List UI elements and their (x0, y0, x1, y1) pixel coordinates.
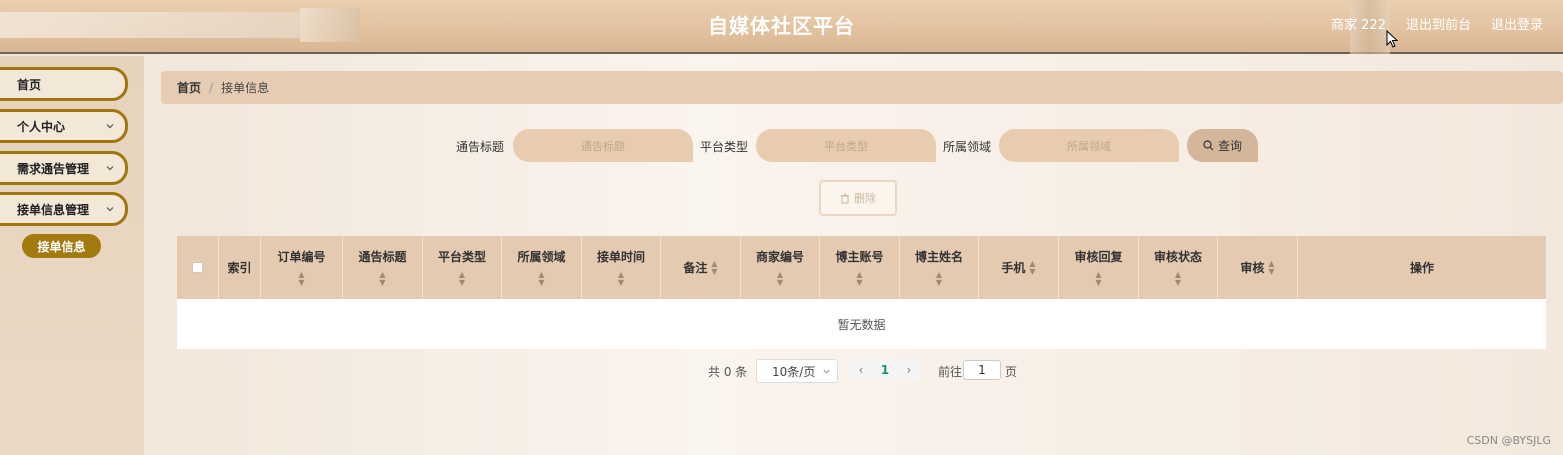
sort-icon[interactable]: ▲ ▼ (936, 271, 942, 287)
column-header[interactable]: 博主姓名 ▲ ▼ (900, 236, 979, 299)
platform-type-label: 平台类型 (700, 140, 749, 154)
sort-icon[interactable]: ▲ ▼ (711, 259, 717, 276)
column-header[interactable]: 所属领域 ▲ ▼ (502, 236, 582, 299)
chevron-down-icon (823, 369, 830, 374)
select-all-cell (177, 236, 219, 299)
back-to-frontend-link[interactable]: 退出到前台 (1406, 14, 1471, 33)
column-header-label: 索引 (227, 261, 252, 275)
query-button-label: 查询 (1217, 139, 1242, 153)
sidebar: 首页 个人中心 需求通告管理 接单信息管理 接单信息 (0, 56, 144, 455)
column-header[interactable]: 手机 ▲ ▼ (979, 236, 1059, 299)
sidebar-item-label: 需求通告管理 (17, 161, 90, 176)
trash-icon (841, 193, 849, 203)
sort-icon[interactable]: ▲ ▼ (1095, 271, 1101, 287)
sidebar-item-label: 首页 (17, 77, 42, 92)
column-header[interactable]: 接单时间 ▲ ▼ (582, 236, 661, 299)
prev-page-icon[interactable]: ‹ (859, 363, 864, 377)
notice-title-input[interactable]: 通告标题 (513, 129, 693, 162)
sort-icon[interactable]: ▲ ▼ (459, 271, 465, 287)
page-size-value: 10条/页 (772, 364, 816, 379)
sidebar-item-order-info-manage[interactable]: 接单信息管理 (0, 192, 128, 226)
empty-state-text: 暂无数据 (837, 317, 886, 332)
sidebar-item-home[interactable]: 首页 (0, 67, 128, 101)
column-header-label: 博主账号 (835, 250, 884, 264)
sidebar-subitem-order-info[interactable]: 接单信息 (22, 234, 101, 258)
column-header-label: 商家编号 (755, 250, 804, 264)
column-header-label: 接单时间 (596, 250, 645, 264)
column-header[interactable]: 平台类型 ▲ ▼ (423, 236, 502, 299)
watermark: CSDN @BYSJLG (1466, 434, 1551, 447)
page-number-current[interactable]: 1 (881, 363, 889, 377)
field-domain-input[interactable]: 所属领域 (999, 129, 1179, 162)
sort-icon[interactable]: ▲ ▼ (777, 271, 783, 287)
app-title: 自媒体社区平台 (708, 14, 855, 38)
sort-icon[interactable]: ▲ ▼ (379, 271, 385, 287)
column-header[interactable]: 备注 ▲ ▼ (661, 236, 741, 299)
sort-icon[interactable]: ▲ ▼ (618, 271, 624, 287)
column-header-label: 订单编号 (277, 250, 326, 264)
column-header[interactable]: 审核回复 ▲ ▼ (1059, 236, 1139, 299)
field-domain-label: 所属领域 (943, 140, 992, 154)
table-body: 暂无数据 (177, 299, 1546, 349)
breadcrumb-current: 接单信息 (221, 81, 270, 95)
column-header[interactable]: 审核 ▲ ▼ (1218, 236, 1298, 299)
goto-page-input[interactable]: 1 (963, 360, 1001, 380)
order-table: 索引 订单编号 ▲ ▼ 通告标题 ▲ ▼ 平台类型 ▲ ▼ 所属领域 ▲ ▼ 接单时间 … (177, 236, 1546, 349)
column-header-label: 手机 (1001, 261, 1026, 275)
chevron-down-icon (106, 124, 114, 129)
platform-type-input[interactable]: 平台类型 (756, 129, 936, 162)
column-header-label: 所属领域 (517, 250, 566, 264)
column-header-label: 审核回复 (1074, 250, 1123, 264)
breadcrumb: 首页 / 接单信息 (161, 71, 1563, 104)
chevron-down-icon (106, 166, 114, 171)
column-header[interactable]: 订单编号 ▲ ▼ (261, 236, 343, 299)
column-header[interactable]: 博主账号 ▲ ▼ (820, 236, 900, 299)
sidebar-item-label: 个人中心 (17, 119, 66, 134)
logout-link[interactable]: 退出登录 (1491, 14, 1543, 33)
notice-title-label: 通告标题 (456, 140, 505, 154)
next-page-icon[interactable]: › (906, 363, 911, 377)
sort-icon[interactable]: ▲ ▼ (856, 271, 862, 287)
column-header[interactable]: 商家编号 ▲ ▼ (741, 236, 820, 299)
column-header: 索引 (219, 236, 261, 299)
column-header[interactable]: 审核状态 ▲ ▼ (1139, 236, 1218, 299)
breadcrumb-separator: / (209, 80, 214, 95)
table-header: 索引 订单编号 ▲ ▼ 通告标题 ▲ ▼ 平台类型 ▲ ▼ 所属领域 ▲ ▼ 接单时间 … (177, 236, 1546, 299)
sidebar-item-demand-notice[interactable]: 需求通告管理 (0, 151, 128, 185)
sort-icon[interactable]: ▲ ▼ (1175, 271, 1181, 287)
sidebar-item-personal-center[interactable]: 个人中心 (0, 109, 128, 143)
user-name: 商家 222 (1331, 18, 1386, 33)
header-user-actions: 商家 222 退出到前台 退出登录 (1331, 14, 1543, 33)
sort-icon[interactable]: ▲ ▼ (538, 271, 544, 287)
sidebar-item-label: 接单信息管理 (17, 202, 90, 217)
sort-icon[interactable]: ▲ ▼ (1029, 259, 1035, 276)
chevron-down-icon (106, 207, 114, 212)
column-header-label: 备注 (683, 261, 708, 275)
page-size-select[interactable]: 10条/页 (756, 359, 838, 383)
pager-total: 共 0 条 (708, 365, 748, 379)
top-header: 自媒体社区平台 商家 222 退出到前台 退出登录 (0, 0, 1563, 54)
sort-icon[interactable]: ▲ ▼ (298, 271, 304, 287)
column-header-label: 审核 (1240, 261, 1265, 275)
search-icon (1203, 140, 1214, 151)
mouse-cursor-icon (1386, 30, 1398, 48)
select-all-checkbox[interactable] (192, 262, 203, 273)
breadcrumb-home[interactable]: 首页 (177, 79, 201, 96)
column-header-label: 博主姓名 (914, 250, 963, 264)
column-header-label: 操作 (1409, 261, 1434, 275)
sort-icon[interactable]: ▲ ▼ (1268, 259, 1274, 276)
column-header-label: 平台类型 (437, 250, 486, 264)
delete-button-label: 删除 (854, 192, 876, 205)
query-button[interactable]: 查询 (1187, 129, 1258, 162)
column-header: 操作 (1298, 236, 1546, 299)
delete-button[interactable]: 删除 (819, 180, 897, 216)
goto-label: 前往 (938, 365, 963, 379)
column-header-label: 审核状态 (1153, 250, 1202, 264)
column-header[interactable]: 通告标题 ▲ ▼ (343, 236, 423, 299)
column-header-label: 通告标题 (358, 250, 407, 264)
pager-nav: ‹ 1 › (850, 360, 920, 380)
page-suffix: 页 (1005, 365, 1018, 379)
